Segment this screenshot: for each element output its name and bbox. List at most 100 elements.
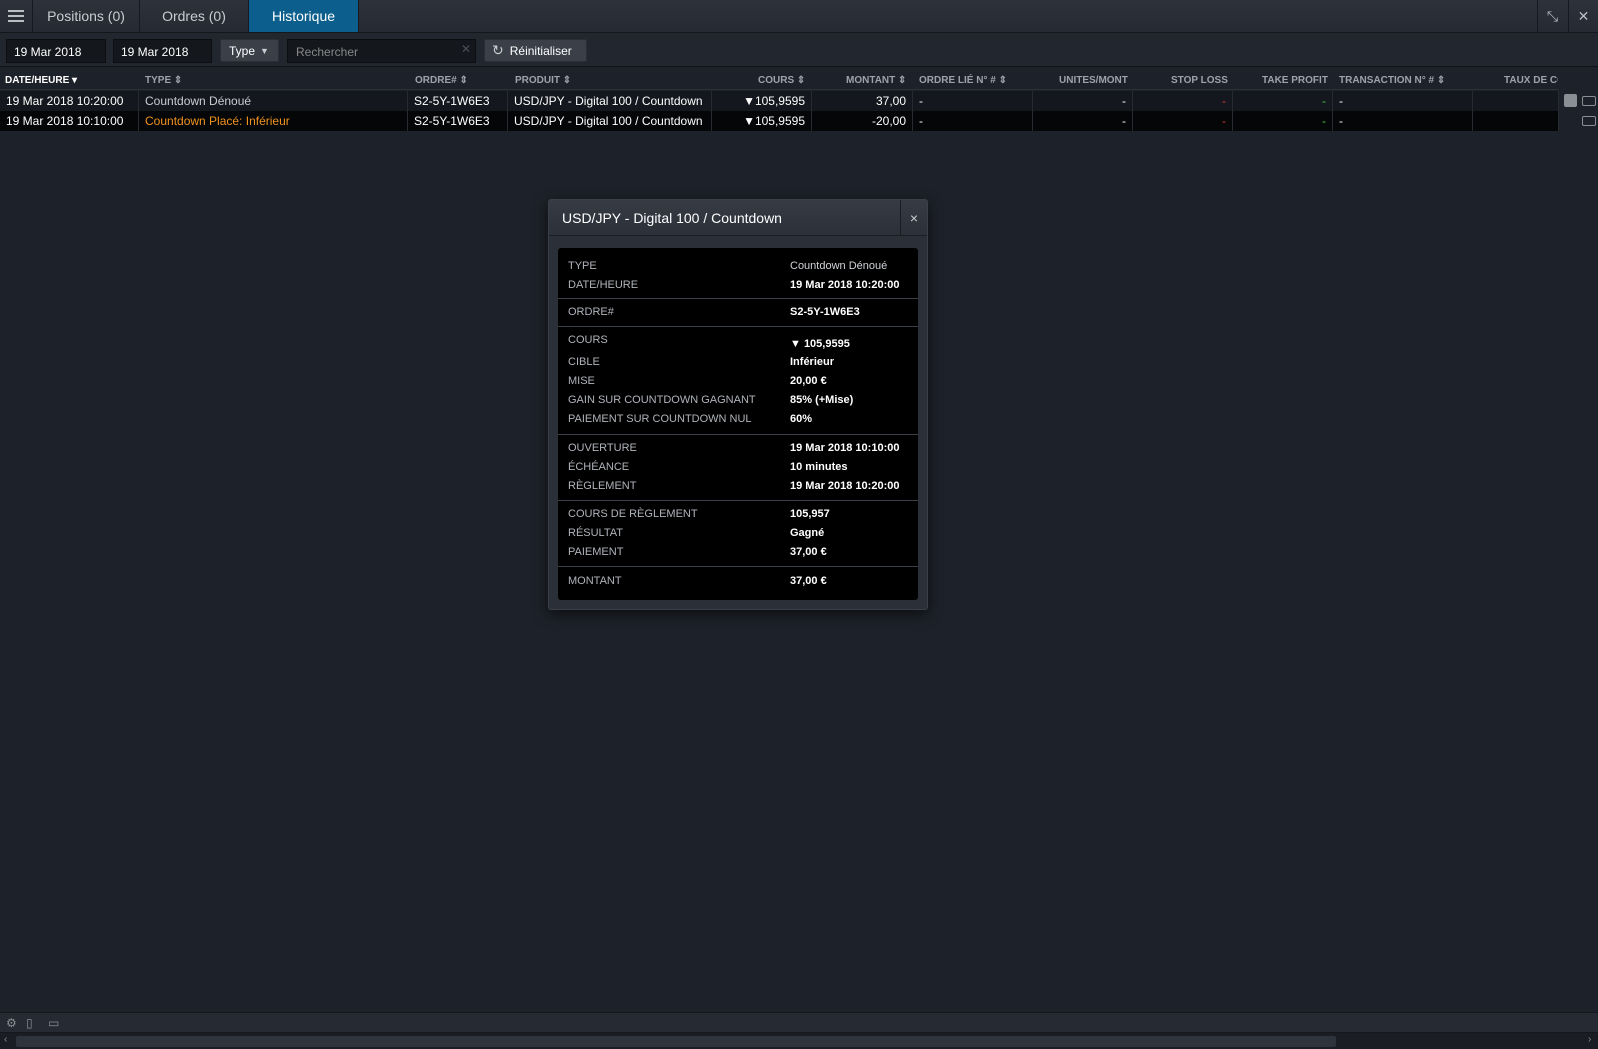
label-type: TYPE: [568, 260, 597, 272]
section-amount: MONTANT 37,00 €: [558, 567, 918, 600]
value-price: ▼ 105,9595: [790, 338, 850, 350]
cell-stop-loss: -: [1133, 111, 1233, 131]
cell-product: USD/JPY - Digital 100 / Countdown: [508, 91, 712, 111]
cell-linked-order: -: [913, 91, 1033, 111]
collapse-icon[interactable]: ⤡: [1537, 0, 1567, 32]
section-conditions: COURS ▼ 105,9595 CIBLE Inférieur MISE 20,00…: [558, 327, 918, 435]
scroll-left-icon[interactable]: ‹: [4, 1034, 7, 1045]
col-header-order[interactable]: ORDRE# ⇕: [415, 75, 468, 86]
table-row[interactable]: 19 Mar 2018 10:10:00 Countdown Placé: In…: [0, 111, 1559, 131]
cell-units: -: [1033, 91, 1133, 111]
modal-header: USD/JPY - Digital 100 / Countdown ×: [549, 200, 927, 236]
message-icon[interactable]: [1582, 96, 1596, 106]
modal-title: USD/JPY - Digital 100 / Countdown: [562, 210, 782, 226]
col-header-stop-loss[interactable]: STOP LOSS: [1171, 75, 1228, 86]
tab-bar: Positions (0) Ordres (0) Historique ⤡ ✕: [0, 0, 1598, 33]
value-target: Inférieur: [790, 356, 835, 368]
label-order: ORDRE#: [568, 306, 614, 318]
value-open: 19 Mar 2018 10:10:00: [790, 442, 900, 454]
filter-bar: 19 Mar 2018 19 Mar 2018 Type ▼ Recherche…: [0, 33, 1598, 67]
cell-rate: [1473, 91, 1559, 111]
row-actions: [1560, 91, 1598, 131]
label-result: RÉSULTAT: [568, 527, 624, 539]
type-filter-dropdown[interactable]: Type ▼: [220, 39, 279, 62]
table-header: DATE/HEURE ▾ TYPE ⇕ ORDRE# ⇕ PRODUIT ⇕ C…: [0, 70, 1558, 90]
cell-units: -: [1033, 111, 1133, 131]
value-date: 19 Mar 2018 10:20:00: [790, 279, 900, 291]
value-gain: 85% (+Mise): [790, 394, 854, 406]
col-header-type[interactable]: TYPE ⇕: [145, 75, 182, 86]
clear-search-icon[interactable]: ✕: [461, 42, 471, 56]
label-stake: MISE: [568, 375, 595, 387]
cell-order: S2-5Y-1W6E3: [408, 111, 508, 131]
label-settlement: RÈGLEMENT: [568, 480, 637, 492]
col-header-price[interactable]: COURS ⇕: [758, 75, 805, 86]
label-payment: PAIEMENT: [568, 546, 624, 558]
cell-stop-loss: -: [1133, 91, 1233, 111]
col-header-date[interactable]: DATE/HEURE ▾: [5, 75, 77, 86]
refresh-icon: ↻: [492, 42, 504, 58]
value-payment: 37,00 €: [790, 546, 827, 558]
tab-positions[interactable]: Positions (0): [33, 0, 140, 32]
hamburger-icon: [8, 10, 24, 22]
keyboard-icon[interactable]: ▭: [48, 1016, 59, 1030]
col-header-units[interactable]: UNITES/MONT: [1059, 75, 1128, 86]
value-payout-null: 60%: [790, 413, 813, 425]
col-header-linked-order[interactable]: ORDRE LIÉ N° # ⇕: [919, 75, 1007, 86]
horizontal-scrollbar[interactable]: ‹ ›: [0, 1032, 1598, 1049]
reset-button-label: Réinitialiser: [509, 43, 572, 58]
value-type: Countdown Dénoué: [790, 260, 888, 272]
close-icon[interactable]: ×: [900, 200, 927, 236]
reset-button[interactable]: ↻ Réinitialiser: [484, 39, 587, 62]
section-timing: OUVERTURE 19 Mar 2018 10:10:00 ÉCHÉANCE 10…: [558, 435, 918, 501]
col-header-product[interactable]: PRODUIT ⇕: [515, 75, 571, 86]
label-gain: GAIN SUR COUNTDOWN GAGNANT: [568, 394, 756, 406]
cell-amount: -20,00: [812, 111, 913, 131]
scroll-right-icon[interactable]: ›: [1588, 1034, 1591, 1045]
table-row[interactable]: 19 Mar 2018 10:20:00 Countdown Dénoué S2…: [0, 91, 1559, 111]
cell-product: USD/JPY - Digital 100 / Countdown: [508, 111, 712, 131]
scrollbar-thumb[interactable]: [16, 1036, 1336, 1047]
date-to-input[interactable]: 19 Mar 2018: [113, 39, 212, 63]
details-modal: USD/JPY - Digital 100 / Countdown × TYPE…: [548, 199, 928, 610]
section-result: COURS DE RÈGLEMENT 105,957 RÉSULTAT Gagné …: [558, 501, 918, 567]
value-order: S2-5Y-1W6E3: [790, 306, 860, 318]
details-icon[interactable]: [1564, 94, 1577, 107]
menu-button[interactable]: [0, 0, 33, 32]
label-date: DATE/HEURE: [568, 279, 639, 291]
col-header-amount[interactable]: MONTANT ⇕: [846, 75, 906, 86]
cell-amount: 37,00: [812, 91, 913, 111]
close-icon[interactable]: ✕: [1568, 0, 1598, 32]
section-order: ORDRE# S2-5Y-1W6E3: [558, 299, 918, 327]
cell-take-profit: -: [1233, 91, 1333, 111]
label-target: CIBLE: [568, 356, 600, 368]
value-stake: 20,00 €: [790, 375, 827, 387]
value-amount: 37,00 €: [790, 575, 827, 587]
gear-icon[interactable]: ⚙: [6, 1016, 17, 1030]
value-settlement: 19 Mar 2018 10:20:00: [790, 480, 900, 492]
cell-date: 19 Mar 2018 10:10:00: [0, 111, 139, 131]
col-header-rate[interactable]: TAUX DE CO: [1504, 75, 1558, 86]
type-filter-label: Type: [229, 43, 256, 58]
document-icon[interactable]: ▯: [26, 1016, 33, 1030]
col-header-transaction[interactable]: TRANSACTION N° # ⇕: [1339, 75, 1445, 86]
label-amount: MONTANT: [568, 575, 622, 587]
cell-linked-order: -: [913, 111, 1033, 131]
cell-rate: [1473, 111, 1559, 131]
search-input[interactable]: Rechercher: [287, 39, 476, 63]
cell-take-profit: -: [1233, 111, 1333, 131]
cell-transaction: -: [1333, 111, 1473, 131]
cell-order: S2-5Y-1W6E3: [408, 91, 508, 111]
col-header-take-profit[interactable]: TAKE PROFIT: [1262, 75, 1328, 86]
modal-body: TYPE Countdown Dénoué DATE/HEURE 19 Mar 20…: [558, 248, 918, 600]
tab-orders[interactable]: Ordres (0): [140, 0, 249, 32]
cell-type: Countdown Dénoué: [139, 91, 408, 111]
date-from-input[interactable]: 19 Mar 2018: [6, 39, 106, 63]
message-icon[interactable]: [1582, 116, 1596, 126]
value-settle-price: 105,957: [790, 508, 830, 520]
value-result: Gagné: [790, 527, 825, 539]
label-settle-price: COURS DE RÈGLEMENT: [568, 508, 698, 520]
label-payout-null: PAIEMENT SUR COUNTDOWN NUL: [568, 413, 752, 425]
tab-history[interactable]: Historique: [249, 0, 359, 32]
cell-date: 19 Mar 2018 10:20:00: [0, 91, 139, 111]
